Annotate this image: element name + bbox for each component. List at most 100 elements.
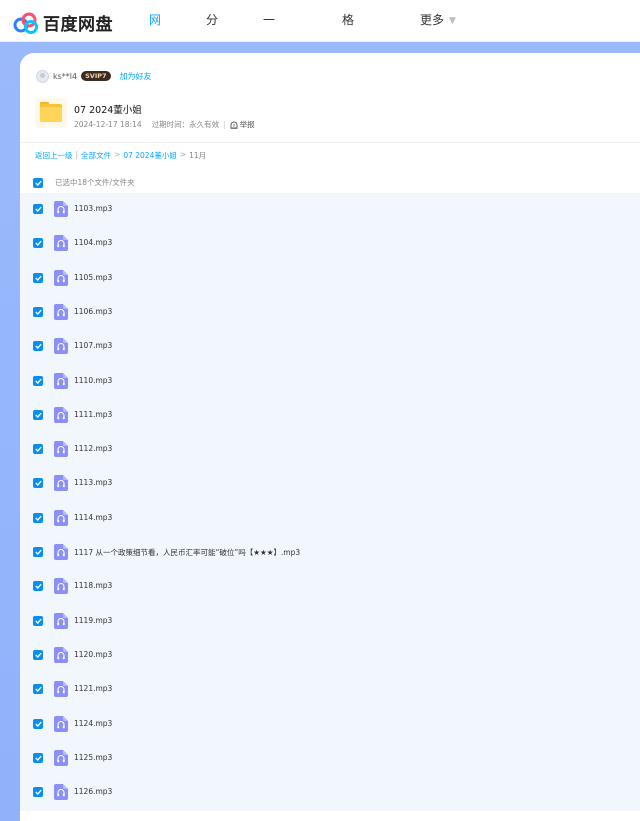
avatar[interactable] — [36, 69, 49, 83]
row-checkbox[interactable] — [33, 512, 43, 523]
list-item[interactable]: 1119.mp3 — [20, 604, 640, 638]
file-name[interactable]: 1124.mp3 — [74, 719, 112, 728]
row-checkbox[interactable] — [33, 752, 43, 763]
check-icon — [34, 583, 42, 590]
select-all: 已选中18个文件/文件夹 — [33, 177, 135, 188]
list-item[interactable]: 1120.mp3 — [20, 638, 640, 672]
share-owner: ks**l4 SVIP7 加为好友 — [36, 69, 152, 83]
expiry-text: 过期时间：永久有效 — [151, 120, 220, 129]
row-checkbox[interactable] — [33, 409, 43, 420]
file-name[interactable]: 1112.mp3 — [74, 444, 112, 453]
check-icon — [34, 275, 42, 281]
check-icon — [34, 789, 42, 796]
row-checkbox[interactable] — [33, 341, 43, 352]
audio-file-icon — [54, 544, 68, 564]
check-icon — [34, 755, 42, 761]
check-icon — [34, 686, 42, 693]
row-checkbox[interactable] — [33, 204, 43, 214]
chevron-down-icon: ▼ — [449, 16, 456, 26]
breadcrumb-folder[interactable]: 07 2024董小姐 — [123, 150, 177, 161]
row-checkbox[interactable] — [33, 478, 43, 489]
row-checkbox[interactable] — [33, 272, 43, 283]
row-checkbox[interactable] — [33, 787, 43, 798]
list-item[interactable]: 1103.mp3 — [20, 192, 640, 226]
list-item[interactable]: 1110.mp3 — [20, 364, 640, 398]
list-item[interactable]: 1111.mp3 — [20, 398, 640, 432]
back-link[interactable]: 返回上一级 — [35, 150, 73, 161]
list-item[interactable]: 1117 从一个政策细节看，人民币汇率可能“破位”吗【★★★】.mp3 — [20, 535, 640, 569]
list-item[interactable]: 1121.mp3 — [20, 672, 640, 706]
file-name[interactable]: 1106.mp3 — [74, 307, 112, 316]
vip-badge: SVIP7 — [81, 71, 111, 81]
check-icon — [34, 446, 42, 453]
list-item[interactable]: 1105.mp3 — [20, 261, 640, 295]
list-item[interactable]: 1124.mp3 — [20, 707, 640, 741]
chevron-right-icon: > — [179, 150, 187, 159]
breadcrumb-current: 11月 — [189, 151, 207, 160]
check-icon — [34, 309, 42, 315]
row-checkbox[interactable] — [33, 684, 43, 695]
audio-file-icon — [54, 646, 68, 667]
file-name[interactable]: 1114.mp3 — [74, 513, 112, 522]
cloud-logo-icon — [13, 12, 38, 34]
row-checkbox[interactable] — [33, 649, 43, 660]
file-name[interactable]: 1111.mp3 — [74, 410, 112, 419]
check-icon — [34, 378, 42, 384]
row-checkbox[interactable] — [33, 306, 43, 317]
report-button[interactable]: 举报 — [230, 119, 255, 130]
file-name[interactable]: 1104.mp3 — [74, 238, 112, 247]
file-name[interactable]: 1117 从一个政策细节看，人民币汇率可能“破位”吗【★★★】.mp3 — [74, 547, 300, 558]
file-name[interactable]: 1105.mp3 — [74, 273, 112, 282]
check-icon — [34, 515, 42, 521]
audio-file-icon — [54, 612, 68, 633]
file-name[interactable]: 1107.mp3 — [74, 341, 112, 350]
nav-label: 更多 — [420, 13, 445, 27]
share-date: 2024-12-17 18:14 — [74, 120, 142, 129]
row-checkbox[interactable] — [33, 547, 43, 557]
baidu-netdisk-logo[interactable]: 百度网盘 — [13, 10, 113, 35]
select-all-checkbox[interactable] — [33, 177, 43, 188]
list-item[interactable]: 1104.mp3 — [20, 226, 640, 260]
file-name[interactable]: 1118.mp3 — [74, 581, 112, 590]
list-item[interactable]: 1113.mp3 — [20, 466, 640, 500]
folder-title: 07 2024董小姐 — [74, 105, 142, 116]
audio-file-icon — [54, 578, 68, 598]
list-item[interactable]: 1114.mp3 — [20, 501, 640, 535]
nav-item-more[interactable]: 更多 ▼ — [420, 0, 460, 41]
list-item[interactable]: 1126.mp3 — [20, 775, 640, 809]
list-item[interactable]: 1112.mp3 — [20, 432, 640, 466]
list-item[interactable]: 1118.mp3 — [20, 569, 640, 603]
top-header: 百度网盘 网盘 分享 一刻相册 格式转换 更多▼ — [0, 0, 640, 147]
file-name[interactable]: 1110.mp3 — [74, 376, 112, 385]
check-icon — [34, 180, 42, 186]
check-icon — [34, 343, 42, 350]
check-icon — [34, 412, 42, 418]
divider — [20, 142, 640, 143]
chevron-right-icon: > — [114, 150, 121, 159]
audio-file-icon — [54, 269, 68, 290]
file-name[interactable]: 1113.mp3 — [74, 478, 112, 487]
file-name[interactable]: 1103.mp3 — [74, 204, 112, 213]
file-name[interactable]: 1121.mp3 — [74, 684, 112, 693]
row-checkbox[interactable] — [33, 238, 43, 249]
audio-file-icon — [54, 338, 68, 358]
list-item[interactable]: 1125.mp3 — [20, 741, 640, 775]
breadcrumb-all-files[interactable]: 全部文件 — [81, 150, 111, 161]
row-checkbox[interactable] — [33, 444, 43, 455]
list-item[interactable]: 1106.mp3 — [20, 295, 640, 329]
breadcrumb: 返回上一级 | 全部文件 > 07 2024董小姐 > 11月 — [35, 150, 206, 161]
row-checkbox[interactable] — [33, 615, 43, 626]
file-name[interactable]: 1125.mp3 — [74, 753, 112, 762]
file-name[interactable]: 1119.mp3 — [74, 616, 112, 625]
file-name[interactable]: 1120.mp3 — [74, 650, 112, 659]
audio-file-icon — [54, 201, 68, 221]
list-item[interactable]: 1107.mp3 — [20, 329, 640, 363]
selection-summary: 已选中18个文件/文件夹 — [55, 178, 135, 187]
row-checkbox[interactable] — [33, 581, 43, 592]
folder-meta: 2024-12-17 18:14 过期时间：永久有效 | 举报 — [74, 119, 255, 130]
row-checkbox[interactable] — [33, 718, 43, 729]
file-name[interactable]: 1126.mp3 — [74, 787, 112, 796]
row-checkbox[interactable] — [33, 375, 43, 386]
owner-name: ks**l4 — [53, 71, 78, 81]
add-friend-link[interactable]: 加为好友 — [120, 71, 152, 82]
